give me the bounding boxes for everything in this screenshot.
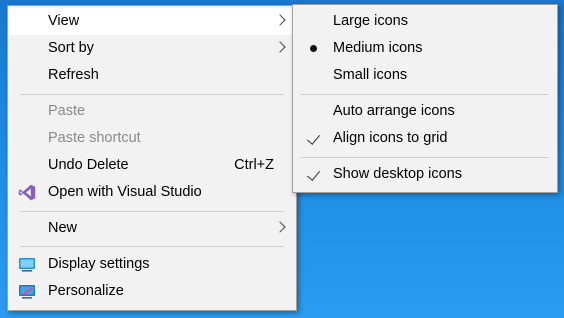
- submenu-item-show-desktop-icons[interactable]: Show desktop icons: [293, 161, 557, 188]
- visual-studio-icon: [18, 184, 36, 201]
- menu-item-paste-label: Paste: [48, 103, 86, 119]
- menu-item-sort-by[interactable]: Sort by: [8, 35, 296, 62]
- submenu-item-align-to-grid[interactable]: Align icons to grid: [293, 125, 557, 152]
- menu-item-open-with-visual-studio-label: Open with Visual Studio: [48, 184, 202, 200]
- submenu-item-align-to-grid-label: Align icons to grid: [333, 130, 448, 146]
- menu-item-paste-shortcut[interactable]: Paste shortcut: [8, 125, 296, 152]
- menu-item-display-settings-label: Display settings: [48, 256, 150, 272]
- submenu-item-large-icons-label: Large icons: [333, 13, 408, 29]
- menu-item-personalize[interactable]: Personalize: [8, 278, 296, 305]
- radio-bullet-icon: [310, 45, 317, 52]
- menu-item-undo-delete[interactable]: Undo Delete Ctrl+Z: [8, 152, 296, 179]
- menu-item-paste[interactable]: Paste: [8, 98, 296, 125]
- checkmark-icon: [306, 131, 321, 145]
- menu-separator: [20, 211, 284, 212]
- chevron-right-icon: [274, 221, 286, 233]
- menu-item-paste-shortcut-label: Paste shortcut: [48, 130, 141, 146]
- view-submenu: Large icons Medium icons Small icons Aut…: [292, 4, 558, 193]
- keyboard-shortcut: Ctrl+Z: [234, 157, 274, 173]
- menu-separator: [20, 94, 284, 95]
- personalize-icon: [19, 285, 35, 299]
- chevron-right-icon: [274, 41, 286, 53]
- submenu-item-medium-icons[interactable]: Medium icons: [293, 35, 557, 62]
- submenu-item-small-icons-label: Small icons: [333, 67, 408, 83]
- menu-item-new-label: New: [48, 220, 78, 236]
- menu-item-new[interactable]: New: [8, 215, 296, 242]
- menu-item-view-label: View: [48, 13, 80, 29]
- menu-item-refresh[interactable]: Refresh: [8, 62, 296, 89]
- menu-separator: [20, 246, 284, 247]
- desktop-context-menu: View Sort by Refresh Paste Paste shortcu…: [7, 5, 297, 311]
- menu-item-undo-delete-label: Undo Delete: [48, 157, 129, 173]
- submenu-item-auto-arrange[interactable]: Auto arrange icons: [293, 98, 557, 125]
- menu-separator: [301, 94, 549, 95]
- submenu-item-small-icons[interactable]: Small icons: [293, 62, 557, 89]
- submenu-item-large-icons[interactable]: Large icons: [293, 8, 557, 35]
- menu-separator: [301, 157, 549, 158]
- menu-item-display-settings[interactable]: Display settings: [8, 251, 296, 278]
- menu-item-sort-by-label: Sort by: [48, 40, 94, 56]
- submenu-item-medium-icons-label: Medium icons: [333, 40, 423, 56]
- menu-item-personalize-label: Personalize: [48, 283, 124, 299]
- menu-item-refresh-label: Refresh: [48, 67, 99, 83]
- display-settings-icon: [19, 258, 35, 272]
- menu-item-open-with-visual-studio[interactable]: Open with Visual Studio: [8, 179, 296, 206]
- menu-item-view[interactable]: View: [8, 8, 296, 35]
- checkmark-icon: [306, 167, 321, 181]
- submenu-item-show-desktop-icons-label: Show desktop icons: [333, 166, 462, 182]
- chevron-right-icon: [274, 14, 286, 26]
- submenu-item-auto-arrange-label: Auto arrange icons: [333, 103, 455, 119]
